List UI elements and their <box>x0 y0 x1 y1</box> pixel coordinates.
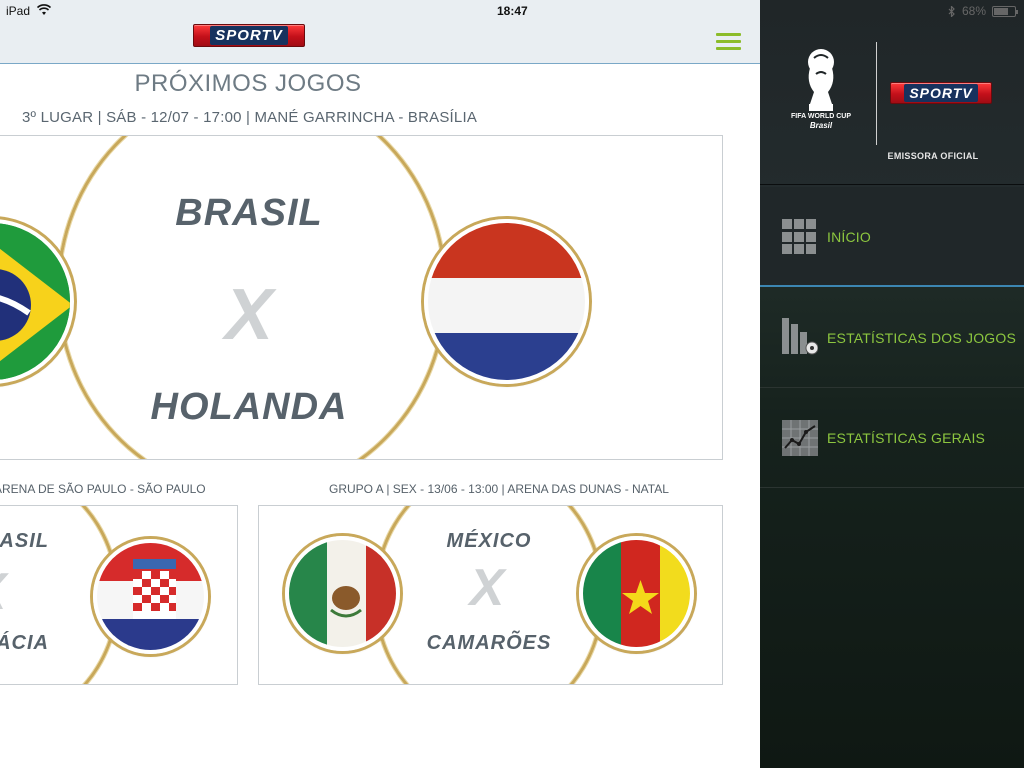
featured-match-card[interactable]: BRASIL X HOLANDA <box>0 135 723 460</box>
home-team-name: MÉXICO <box>446 530 532 552</box>
match-card-brasil-croacia[interactable]: BRASIL X CROÁCIA <box>0 505 238 685</box>
battery-percent: 68% <box>961 4 986 18</box>
carrier-label: iPad <box>6 4 31 18</box>
versus-label: X <box>224 275 274 355</box>
netherlands-flag-icon <box>424 219 589 384</box>
brand-divider <box>876 42 877 145</box>
home-team-name: BRASIL <box>0 530 49 552</box>
side-menu: 68% FIFA WORLD CUP Brasil SPORTV EMISSOR… <box>760 0 1024 768</box>
official-broadcaster-label: EMISSORA OFICIAL <box>887 151 979 161</box>
world-cup-trophy-icon <box>808 49 834 111</box>
brand-block: FIFA WORLD CUP Brasil SPORTV EMISSORA OF… <box>760 30 1024 185</box>
mexico-flag-icon <box>285 536 400 651</box>
match-info: ARENA DE SÃO PAULO - SÃO PAULO <box>0 482 206 496</box>
battery-icon <box>992 5 1018 17</box>
main-content: SPORTV iPad 18:47 PRÓXIMOS JOGOS 3º LUGA… <box>0 0 760 768</box>
fifa-logo-text: FIFA WORLD CUP Brasil <box>790 113 851 130</box>
versus-label: X <box>0 562 19 622</box>
menu-item-label: ESTATÍSTICAS GERAIS <box>827 430 986 446</box>
status-bar-right: 68% <box>948 4 1018 18</box>
menu-item-label: ESTATÍSTICAS DOS JOGOS <box>827 330 1017 346</box>
cameroon-flag-icon <box>579 536 694 651</box>
croatia-flag-icon <box>93 539 208 654</box>
away-team-name: HOLANDA <box>150 386 348 428</box>
line-chart-icon <box>782 420 818 456</box>
away-team-name: CROÁCIA <box>0 632 49 654</box>
sportv-logo: SPORTV <box>193 24 305 47</box>
match-info: GRUPO A | SEX - 13/06 - 13:00 | ARENA DA… <box>329 482 669 496</box>
clock: 18:47 <box>497 4 528 18</box>
page-title: PRÓXIMOS JOGOS <box>134 70 362 97</box>
menu-item-inicio[interactable]: INÍCIO <box>760 187 1024 287</box>
menu-item-estatisticas-gerais[interactable]: ESTATÍSTICAS GERAIS <box>760 388 1024 488</box>
home-team-name: BRASIL <box>175 192 323 234</box>
bluetooth-icon <box>948 5 955 17</box>
menu-item-estatisticas-jogos[interactable]: ESTATÍSTICAS DOS JOGOS <box>760 288 1024 388</box>
bar-chart-ball-icon <box>782 318 818 355</box>
wifi-icon <box>37 4 51 15</box>
hamburger-menu-icon[interactable] <box>716 33 741 50</box>
menu-item-label: INÍCIO <box>827 229 871 245</box>
versus-label: X <box>469 559 505 617</box>
grid-icon <box>782 219 818 255</box>
match-card-mexico-camaroes[interactable]: MÉXICO X CAMARÕES <box>258 505 723 685</box>
away-team-name: CAMARÕES <box>426 632 552 654</box>
featured-match-info: 3º LUGAR | SÁB - 12/07 - 17:00 | MANÉ GA… <box>22 109 478 126</box>
status-bar: iPad 18:47 <box>0 0 760 22</box>
sportv-logo: SPORTV <box>890 82 992 104</box>
